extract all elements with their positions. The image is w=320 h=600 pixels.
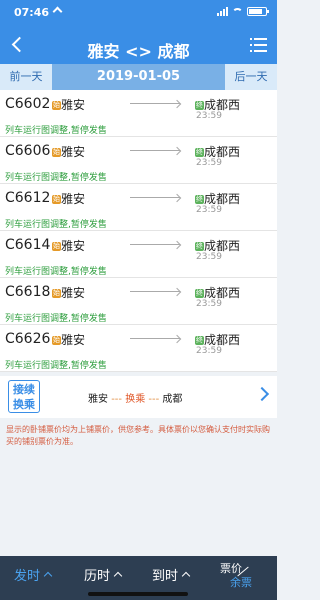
transfer-path: 雅安 --- 换乘 --- 成都: [88, 390, 182, 405]
train-number: C6614: [5, 237, 51, 253]
departure-station: 始雅安: [50, 237, 85, 254]
departure-station-name: 雅安: [61, 98, 86, 112]
transfer-to: 成都: [162, 394, 183, 405]
train-row[interactable]: C6606 始雅安 终成都西 23:59 列车运行图调整,暂停发售: [0, 137, 277, 184]
sort-tab-departure-label: 发时: [14, 569, 41, 584]
train-row[interactable]: C6626 始雅安 终成都西 23:59 列车运行图调整,暂停发售: [0, 325, 277, 372]
chevron-up-icon: [43, 571, 53, 581]
transfer-button-line1: 接续: [13, 383, 35, 396]
sort-tab-duration-label: 历时: [84, 569, 111, 584]
status-time: 07:46: [14, 6, 50, 19]
train-number: C6606: [5, 143, 51, 159]
menu-list-icon[interactable]: [250, 38, 267, 52]
page-title: 雅安 <> 成都: [87, 42, 190, 61]
sort-tab-remaining-label: 余票: [230, 576, 252, 589]
departure-station-name: 雅安: [61, 286, 86, 300]
arrival-time: 23:59: [196, 205, 222, 215]
departure-station: 始雅安: [50, 190, 85, 207]
sort-tab-price-remaining[interactable]: 票价 余票: [220, 560, 260, 594]
signal-icon: [217, 7, 228, 16]
prev-day-button[interactable]: 前一天: [0, 64, 52, 90]
departure-station-name: 雅安: [61, 239, 86, 253]
departure-station: 始雅安: [50, 331, 85, 348]
chevron-right-icon[interactable]: [254, 386, 270, 402]
header-bar: 07:46 雅安 <> 成都: [0, 0, 277, 64]
train-number: C6602: [5, 96, 51, 112]
train-row[interactable]: C6612 始雅安 终成都西 23:59 列车运行图调整,暂停发售: [0, 184, 277, 231]
arrival-time: 23:59: [196, 158, 222, 168]
sale-notice: 列车运行图调整,暂停发售: [5, 314, 107, 324]
start-station-badge: 始: [52, 289, 61, 298]
departure-station-name: 雅安: [61, 145, 86, 159]
transfer-row[interactable]: 接续 换乘 雅安 --- 换乘 --- 成都: [0, 376, 277, 418]
route-arrow-icon: [130, 338, 180, 339]
route-arrow-icon: [130, 244, 180, 245]
status-icons: [217, 7, 269, 16]
wifi-icon: [232, 7, 243, 16]
sort-tab-duration[interactable]: 历时: [84, 565, 123, 584]
current-date[interactable]: 2019-01-05: [52, 64, 225, 90]
end-station-badge: 终: [195, 289, 204, 298]
transfer-button[interactable]: 接续 换乘: [8, 380, 40, 413]
departure-station: 始雅安: [50, 96, 85, 113]
status-bar: 07:46: [14, 6, 269, 22]
arrival-station-name: 成都西: [204, 192, 241, 206]
departure-station-name: 雅安: [61, 333, 86, 347]
sale-notice: 列车运行图调整,暂停发售: [5, 173, 107, 183]
sort-tab-arrival[interactable]: 到时: [152, 565, 191, 584]
arrival-station-name: 成都西: [204, 239, 241, 253]
chevron-up-icon: [113, 571, 123, 581]
transfer-button-line2: 换乘: [13, 398, 35, 411]
train-number: C6618: [5, 284, 51, 300]
train-number: C6626: [5, 331, 51, 347]
start-station-badge: 始: [52, 242, 61, 251]
sort-tab-arrival-label: 到时: [152, 569, 179, 584]
end-station-badge: 终: [195, 336, 204, 345]
arrival-station-name: 成都西: [204, 333, 241, 347]
start-station-badge: 始: [52, 336, 61, 345]
transfer-dash-1: ---: [111, 394, 123, 405]
battery-icon: [247, 7, 269, 16]
sale-notice: 列车运行图调整,暂停发售: [5, 220, 107, 230]
transfer-via: 换乘: [125, 394, 146, 405]
sale-notice: 列车运行图调整,暂停发售: [5, 126, 107, 136]
chevron-up-icon: [181, 571, 191, 581]
sale-notice: 列车运行图调整,暂停发售: [5, 267, 107, 277]
end-station-badge: 终: [195, 242, 204, 251]
departure-station-name: 雅安: [61, 192, 86, 206]
departure-station: 始雅安: [50, 143, 85, 160]
price-disclaimer: 显示的卧铺票价均为上铺票价，供您参考。具体票价以您确认支付时实际购买的铺别票价为…: [6, 425, 270, 446]
departure-station: 始雅安: [50, 284, 85, 301]
route-arrow-icon: [130, 150, 180, 151]
end-station-badge: 终: [195, 148, 204, 157]
start-station-badge: 始: [52, 148, 61, 157]
next-day-button[interactable]: 后一天: [225, 64, 277, 90]
arrival-time: 23:59: [196, 346, 222, 356]
train-number: C6612: [5, 190, 51, 206]
train-row[interactable]: C6618 始雅安 终成都西 23:59 列车运行图调整,暂停发售: [0, 278, 277, 325]
home-indicator: [88, 592, 188, 596]
arrival-station-name: 成都西: [204, 98, 241, 112]
route-arrow-icon: [130, 197, 180, 198]
train-row[interactable]: C6614 始雅安 终成都西 23:59 列车运行图调整,暂停发售: [0, 231, 277, 278]
arrival-time: 23:59: [196, 299, 222, 309]
date-bar: 前一天 2019-01-05 后一天: [0, 64, 277, 90]
start-station-badge: 始: [52, 195, 61, 204]
transfer-from: 雅安: [88, 394, 108, 405]
train-row[interactable]: C6602 始雅安 终成都西 23:59 列车运行图调整,暂停发售: [0, 90, 277, 137]
sort-tab-departure[interactable]: 发时: [14, 565, 53, 584]
end-station-badge: 终: [195, 195, 204, 204]
end-station-badge: 终: [195, 101, 204, 110]
arrival-time: 23:59: [196, 252, 222, 262]
route-arrow-icon: [130, 291, 180, 292]
transfer-dash-2: ---: [148, 394, 160, 405]
arrival-time: 23:59: [196, 111, 222, 121]
location-arrow-icon: [52, 6, 63, 17]
train-list: C6602 始雅安 终成都西 23:59 列车运行图调整,暂停发售 C6606 始雅安 终成都…: [0, 90, 277, 372]
sale-notice: 列车运行图调整,暂停发售: [5, 361, 107, 371]
start-station-badge: 始: [52, 101, 61, 110]
arrival-station-name: 成都西: [204, 286, 241, 300]
route-arrow-icon: [130, 103, 180, 104]
arrival-station-name: 成都西: [204, 145, 241, 159]
